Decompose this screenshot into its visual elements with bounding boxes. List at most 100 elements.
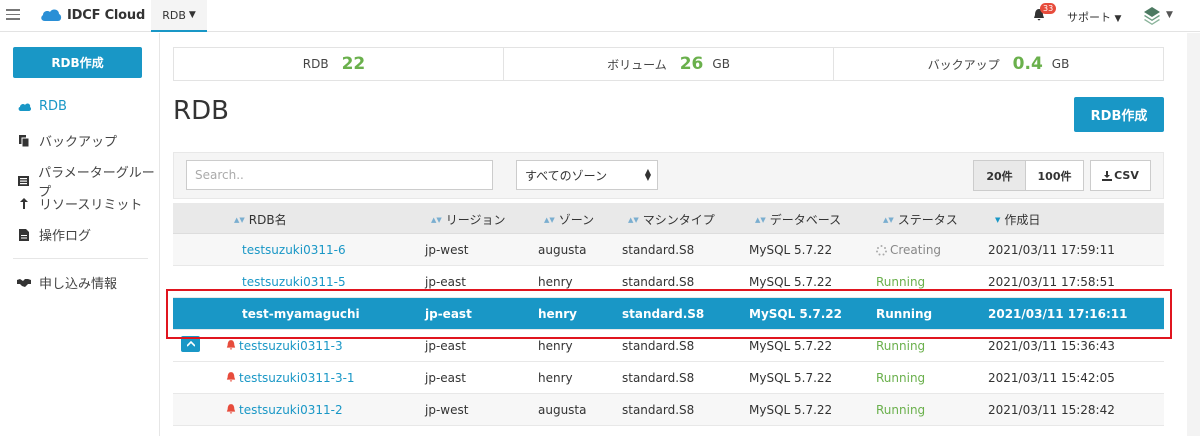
- sidebar-item-rdb[interactable]: RDB: [17, 99, 67, 114]
- sort-icon: ▲▼: [431, 215, 442, 224]
- support-label: サポート: [1067, 11, 1111, 24]
- collapse-button[interactable]: [181, 336, 200, 352]
- col-label: ステータス: [897, 213, 958, 227]
- chevron-down-icon: ▼: [188, 10, 196, 20]
- region-cell: jp-west: [425, 403, 469, 417]
- layers-icon[interactable]: [1142, 6, 1162, 29]
- cloud-logo-icon: [41, 9, 62, 21]
- stat-label: RDB: [302, 57, 329, 71]
- stat-volume: ボリューム 26 GB: [504, 48, 834, 80]
- created-cell: 2021/03/11 17:58:51: [988, 275, 1115, 289]
- table-header: ▲▼ RDB名 ▲▼ リージョン ▲▼ ゾーン ▲▼ マシンタイプ ▲▼ データベース ▲…: [173, 203, 1164, 234]
- sidebar-divider: [13, 258, 148, 259]
- create-rdb-button[interactable]: RDB作成: [1074, 97, 1164, 132]
- col-label: ゾーン: [558, 213, 595, 227]
- db-cell: MySQL 5.7.22: [749, 275, 833, 289]
- col-database[interactable]: ▲▼ データベース: [755, 211, 841, 228]
- rdb-name-link[interactable]: testsuzuki0311-3: [226, 339, 343, 353]
- status-cell: Running: [876, 403, 926, 417]
- page-size-20-button[interactable]: 20件: [973, 160, 1026, 191]
- type-cell: standard.S8: [622, 371, 695, 385]
- download-icon: [1102, 170, 1113, 181]
- csv-download-button[interactable]: CSV: [1090, 160, 1151, 191]
- status-cell: Running: [876, 371, 926, 385]
- search-input[interactable]: [186, 160, 493, 190]
- zone-select[interactable]: すべてのゾーン ▲ ▼: [516, 160, 658, 190]
- idcf-logo[interactable]: IDCF Cloud: [40, 7, 145, 23]
- table-row-selected[interactable]: test-myamaguchi jp-east henry standard.S…: [173, 298, 1164, 330]
- page-title: RDB: [173, 96, 229, 126]
- stat-value: 0.4: [1012, 54, 1043, 74]
- created-cell: 2021/03/11 17:16:11: [988, 307, 1128, 321]
- stat-backup: バックアップ 0.4 GB: [834, 48, 1163, 80]
- col-zone[interactable]: ▲▼ ゾーン: [544, 211, 594, 228]
- vertical-scrollbar[interactable]: [1187, 33, 1200, 436]
- col-rdb-name[interactable]: ▲▼ RDB名: [234, 211, 287, 228]
- status-cell: Running: [876, 339, 926, 353]
- sidebar-item-backup[interactable]: バックアップ: [17, 131, 117, 150]
- col-machine-type[interactable]: ▲▼ マシンタイプ: [628, 211, 715, 228]
- zone-select-value: すべてのゾーン: [525, 168, 608, 183]
- alarm-bell-icon: [226, 404, 236, 415]
- type-cell: standard.S8: [622, 275, 695, 289]
- rdb-name-link[interactable]: testsuzuki0311-5: [242, 275, 346, 289]
- support-menu[interactable]: サポート ▼: [1067, 9, 1121, 25]
- alarm-bell-icon: [226, 372, 236, 383]
- top-bar: IDCF Cloud RDB ▼ 33 サポート ▼ ▼: [0, 0, 1200, 32]
- sidebar-item-label: RDB: [39, 99, 67, 114]
- col-label: 作成日: [1004, 213, 1041, 227]
- sidebar-item-resource-limit[interactable]: リソースリミット: [17, 194, 142, 213]
- col-created[interactable]: ▼ 作成日: [995, 211, 1040, 228]
- chevron-down-icon[interactable]: ▼: [1166, 10, 1173, 20]
- rdb-name-link[interactable]: test-myamaguchi: [242, 307, 360, 321]
- col-label: データベース: [769, 213, 842, 227]
- page-size-100-button[interactable]: 100件: [1026, 160, 1084, 191]
- type-cell: standard.S8: [622, 243, 695, 257]
- rdb-name-link[interactable]: testsuzuki0311-3-1: [226, 371, 355, 385]
- nav-rdb-label: RDB: [162, 8, 186, 22]
- table-row[interactable]: testsuzuki0311-5 jp-east henry standard.…: [173, 266, 1164, 298]
- created-cell: 2021/03/11 15:36:43: [988, 339, 1115, 353]
- stat-rdb: RDB 22: [174, 48, 504, 80]
- sidebar-item-label: バックアップ: [39, 135, 118, 150]
- db-cell: MySQL 5.7.22: [749, 339, 833, 353]
- col-label: RDB名: [248, 213, 287, 227]
- type-cell: standard.S8: [622, 339, 695, 353]
- col-label: リージョン: [445, 213, 506, 227]
- region-cell: jp-west: [425, 243, 469, 257]
- zone-cell: henry: [538, 307, 577, 321]
- table-row[interactable]: testsuzuki0311-3-1 jp-east henry standar…: [173, 362, 1164, 394]
- sidebar-item-application-info[interactable]: 申し込み情報: [17, 273, 117, 292]
- chevron-up-icon: [186, 341, 195, 347]
- sort-icon: ▲▼: [234, 215, 245, 224]
- db-cell: MySQL 5.7.22: [749, 403, 833, 417]
- notification-badge: 33: [1040, 3, 1057, 14]
- sidebar-item-operation-log[interactable]: 操作ログ: [17, 225, 91, 244]
- rdb-name-link[interactable]: testsuzuki0311-2: [226, 403, 343, 417]
- db-cell: MySQL 5.7.22: [749, 307, 842, 321]
- create-rdb-button-sidebar[interactable]: RDB作成: [13, 47, 142, 78]
- hamburger-menu-icon[interactable]: [6, 9, 20, 21]
- table-row[interactable]: testsuzuki0311-2 jp-west augusta standar…: [173, 394, 1164, 426]
- arrow-up-icon: [17, 198, 31, 209]
- nav-rdb-dropdown[interactable]: RDB ▼: [151, 0, 207, 32]
- col-region[interactable]: ▲▼ リージョン: [431, 211, 506, 228]
- rdb-table: ▲▼ RDB名 ▲▼ リージョン ▲▼ ゾーン ▲▼ マシンタイプ ▲▼ データベース ▲…: [173, 203, 1164, 426]
- region-cell: jp-east: [425, 371, 466, 385]
- stat-value: 26: [679, 54, 704, 74]
- filter-panel: すべてのゾーン ▲▼ 20件 100件 CSV: [173, 152, 1164, 199]
- sidebar: RDB作成 RDB バックアップ パラメーターグループ リソースリミット 操作ロ…: [0, 33, 160, 436]
- col-status[interactable]: ▲▼ ステータス: [883, 211, 958, 228]
- col-label: マシンタイプ: [642, 213, 715, 227]
- zone-cell: henry: [538, 275, 573, 289]
- alarm-bell-icon: [226, 340, 236, 351]
- handshake-icon: [17, 278, 31, 287]
- table-row[interactable]: testsuzuki0311-3 jp-east henry standard.…: [173, 330, 1164, 362]
- file-icon: [17, 228, 31, 241]
- zone-cell: henry: [538, 371, 573, 385]
- stat-label: バックアップ: [927, 57, 1000, 72]
- created-cell: 2021/03/11 15:28:42: [988, 403, 1115, 417]
- region-cell: jp-east: [425, 307, 472, 321]
- rdb-name-link[interactable]: testsuzuki0311-6: [242, 243, 346, 257]
- table-row[interactable]: testsuzuki0311-6 jp-west augusta standar…: [173, 234, 1164, 266]
